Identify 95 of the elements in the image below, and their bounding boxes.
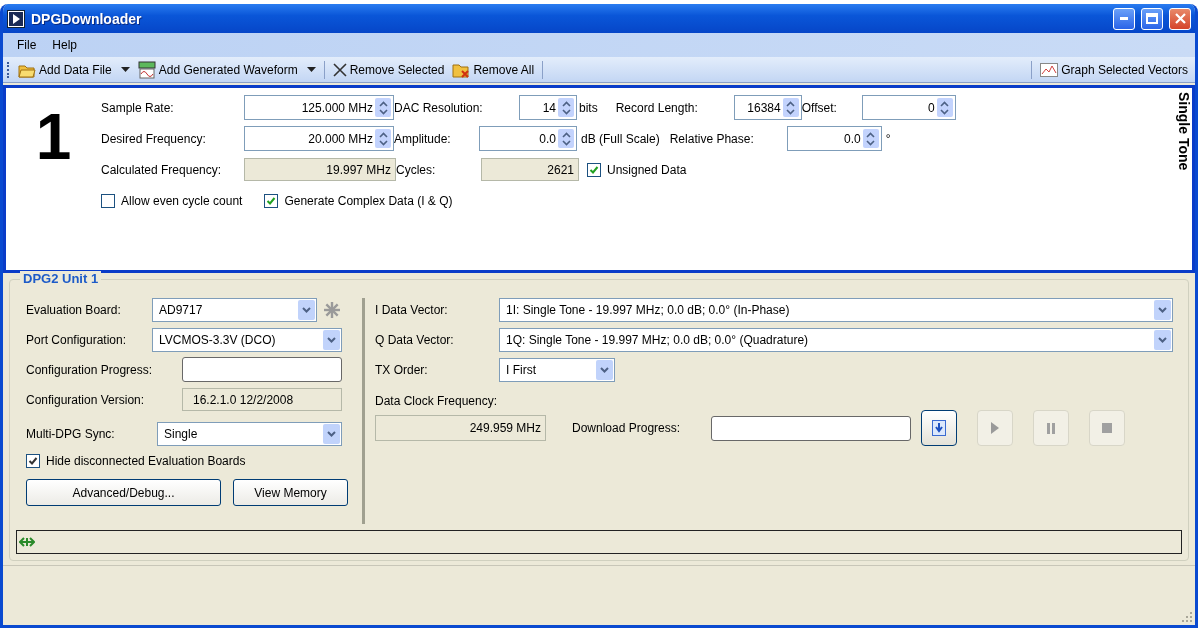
field-label: Evaluation Board: [26, 302, 122, 317]
group-title: DPG2 Unit 1 [20, 271, 102, 286]
maximize-icon [1146, 13, 1158, 24]
close-button[interactable] [1169, 7, 1191, 30]
readonly-field: 2621 [481, 158, 579, 181]
unit-label: bits [578, 100, 599, 115]
caret-icon [327, 430, 336, 437]
download-icon [932, 420, 946, 436]
checkbox[interactable] [101, 193, 115, 208]
field-label: Record Length: [615, 100, 699, 115]
spin-buttons[interactable] [936, 98, 953, 117]
spin-field[interactable]: 0.0 [786, 126, 882, 151]
spin-buttons[interactable] [375, 98, 391, 117]
stop-icon [1102, 423, 1112, 433]
readonly-field: 16.2.1.0 12/2/2008 [182, 388, 342, 411]
toolbar-button[interactable]: Add Generated Waveform [134, 58, 319, 81]
checkbox[interactable] [587, 162, 601, 177]
field-label: Q Data Vector: [375, 332, 455, 347]
spin-field[interactable]: 125.000 MHz [244, 95, 394, 120]
field-label: Multi-DPG Sync: [26, 426, 116, 441]
field-label: Configuration Progress: [26, 362, 154, 377]
checkbox-label: Allow even cycle count [121, 193, 243, 208]
folder-delete-icon [452, 61, 471, 78]
spin-field[interactable]: 14 [519, 95, 577, 120]
field-label: Desired Frequency: [101, 131, 207, 146]
dropdown-arrow-icon [120, 67, 130, 72]
x-icon [332, 62, 347, 77]
pause-icon [1047, 422, 1055, 434]
push-button[interactable]: View Memory [233, 479, 348, 506]
readonly-field: 249.959 MHz [375, 415, 546, 441]
menu-item[interactable]: Help [46, 36, 84, 54]
minimize-button[interactable] [1113, 7, 1135, 30]
field-label: DAC Resolution: [394, 100, 484, 115]
menu-item[interactable]: File [11, 36, 43, 54]
waveform-type-label: Single Tone [1175, 91, 1192, 173]
field-label: TX Order: [375, 362, 429, 377]
caret-icon [1158, 306, 1167, 313]
field-label: Download Progress: [571, 421, 682, 435]
push-button[interactable]: Advanced/Debug... [26, 479, 221, 506]
dropdown[interactable]: I First [499, 357, 615, 382]
field-label: Port Configuration: [26, 332, 128, 347]
dropdown[interactable]: 1I: Single Tone - 19.997 MHz; 0.0 dB; 0.0° (In-Phase) [499, 297, 1173, 322]
unit-label: dB (Full Scale) [580, 131, 661, 146]
play-icon [991, 422, 999, 434]
field-label: Sample Rate: [101, 100, 175, 115]
field-label: Amplitude: [394, 131, 452, 146]
spin-field[interactable]: 20.000 MHz [244, 126, 394, 151]
maximize-button[interactable] [1141, 7, 1163, 30]
spinner-icon [323, 300, 341, 319]
toolbar-button[interactable]: Add Data File [15, 59, 133, 80]
resize-grip-icon[interactable] [1181, 611, 1192, 622]
dropdown[interactable]: Single [157, 421, 342, 446]
toolbar-button[interactable]: Remove All [449, 59, 538, 80]
toolbar-button[interactable]: Remove Selected [329, 60, 448, 79]
spin-field[interactable]: 0.0 [479, 126, 577, 151]
caret-icon [600, 366, 609, 373]
checkbox[interactable] [264, 193, 279, 208]
waveform-number: 1 [34, 100, 73, 175]
dropdown[interactable]: AD9717 [152, 297, 317, 322]
field-label: Offset: [801, 100, 838, 115]
checkbox-label: Generate Complex Data (I & Q) [284, 193, 453, 208]
chart-icon [1040, 62, 1059, 77]
app-icon [7, 9, 25, 28]
field-label: Data Clock Frequency: [375, 394, 499, 408]
spin-buttons[interactable] [862, 129, 879, 148]
field-label: I Data Vector: [375, 302, 449, 317]
checkbox[interactable] [26, 454, 40, 468]
checkbox-label: Unsigned Data [607, 162, 687, 177]
caret-icon [302, 306, 311, 313]
spin-buttons[interactable] [558, 129, 574, 148]
field-label: Calculated Frequency: [101, 162, 223, 177]
caret-icon [327, 336, 336, 343]
toolbar-button[interactable]: Graph Selected Vectors [1037, 60, 1191, 79]
dropdown-arrow-icon [306, 67, 316, 72]
window-title: DPGDownloader [31, 10, 143, 27]
readonly-field: 19.997 MHz [244, 158, 396, 181]
connection-icon [19, 536, 35, 548]
unit-label: ° [884, 131, 891, 146]
spin-buttons[interactable] [782, 98, 799, 117]
field-label: Cycles: [396, 162, 437, 177]
waveform-icon [137, 60, 156, 79]
spin-field[interactable]: 0 [861, 95, 956, 120]
caret-icon [1158, 336, 1167, 343]
spin-buttons[interactable] [375, 129, 391, 148]
minimize-icon [1120, 17, 1128, 20]
close-icon [1174, 13, 1186, 24]
field-label: Relative Phase: [669, 131, 755, 146]
dropdown[interactable]: 1Q: Single Tone - 19.997 MHz; 0.0 dB; 0.0° (Quadrature) [499, 327, 1173, 352]
field-label: Configuration Version: [26, 392, 146, 407]
spin-buttons[interactable] [558, 98, 574, 117]
dropdown[interactable]: LVCMOS-3.3V (DCO) [152, 327, 342, 352]
checkbox-label: Hide disconnected Evaluation Boards [46, 454, 246, 468]
toolbar-grip[interactable] [7, 61, 10, 78]
download-button[interactable] [921, 410, 957, 446]
spin-field[interactable]: 16384 [733, 95, 802, 120]
